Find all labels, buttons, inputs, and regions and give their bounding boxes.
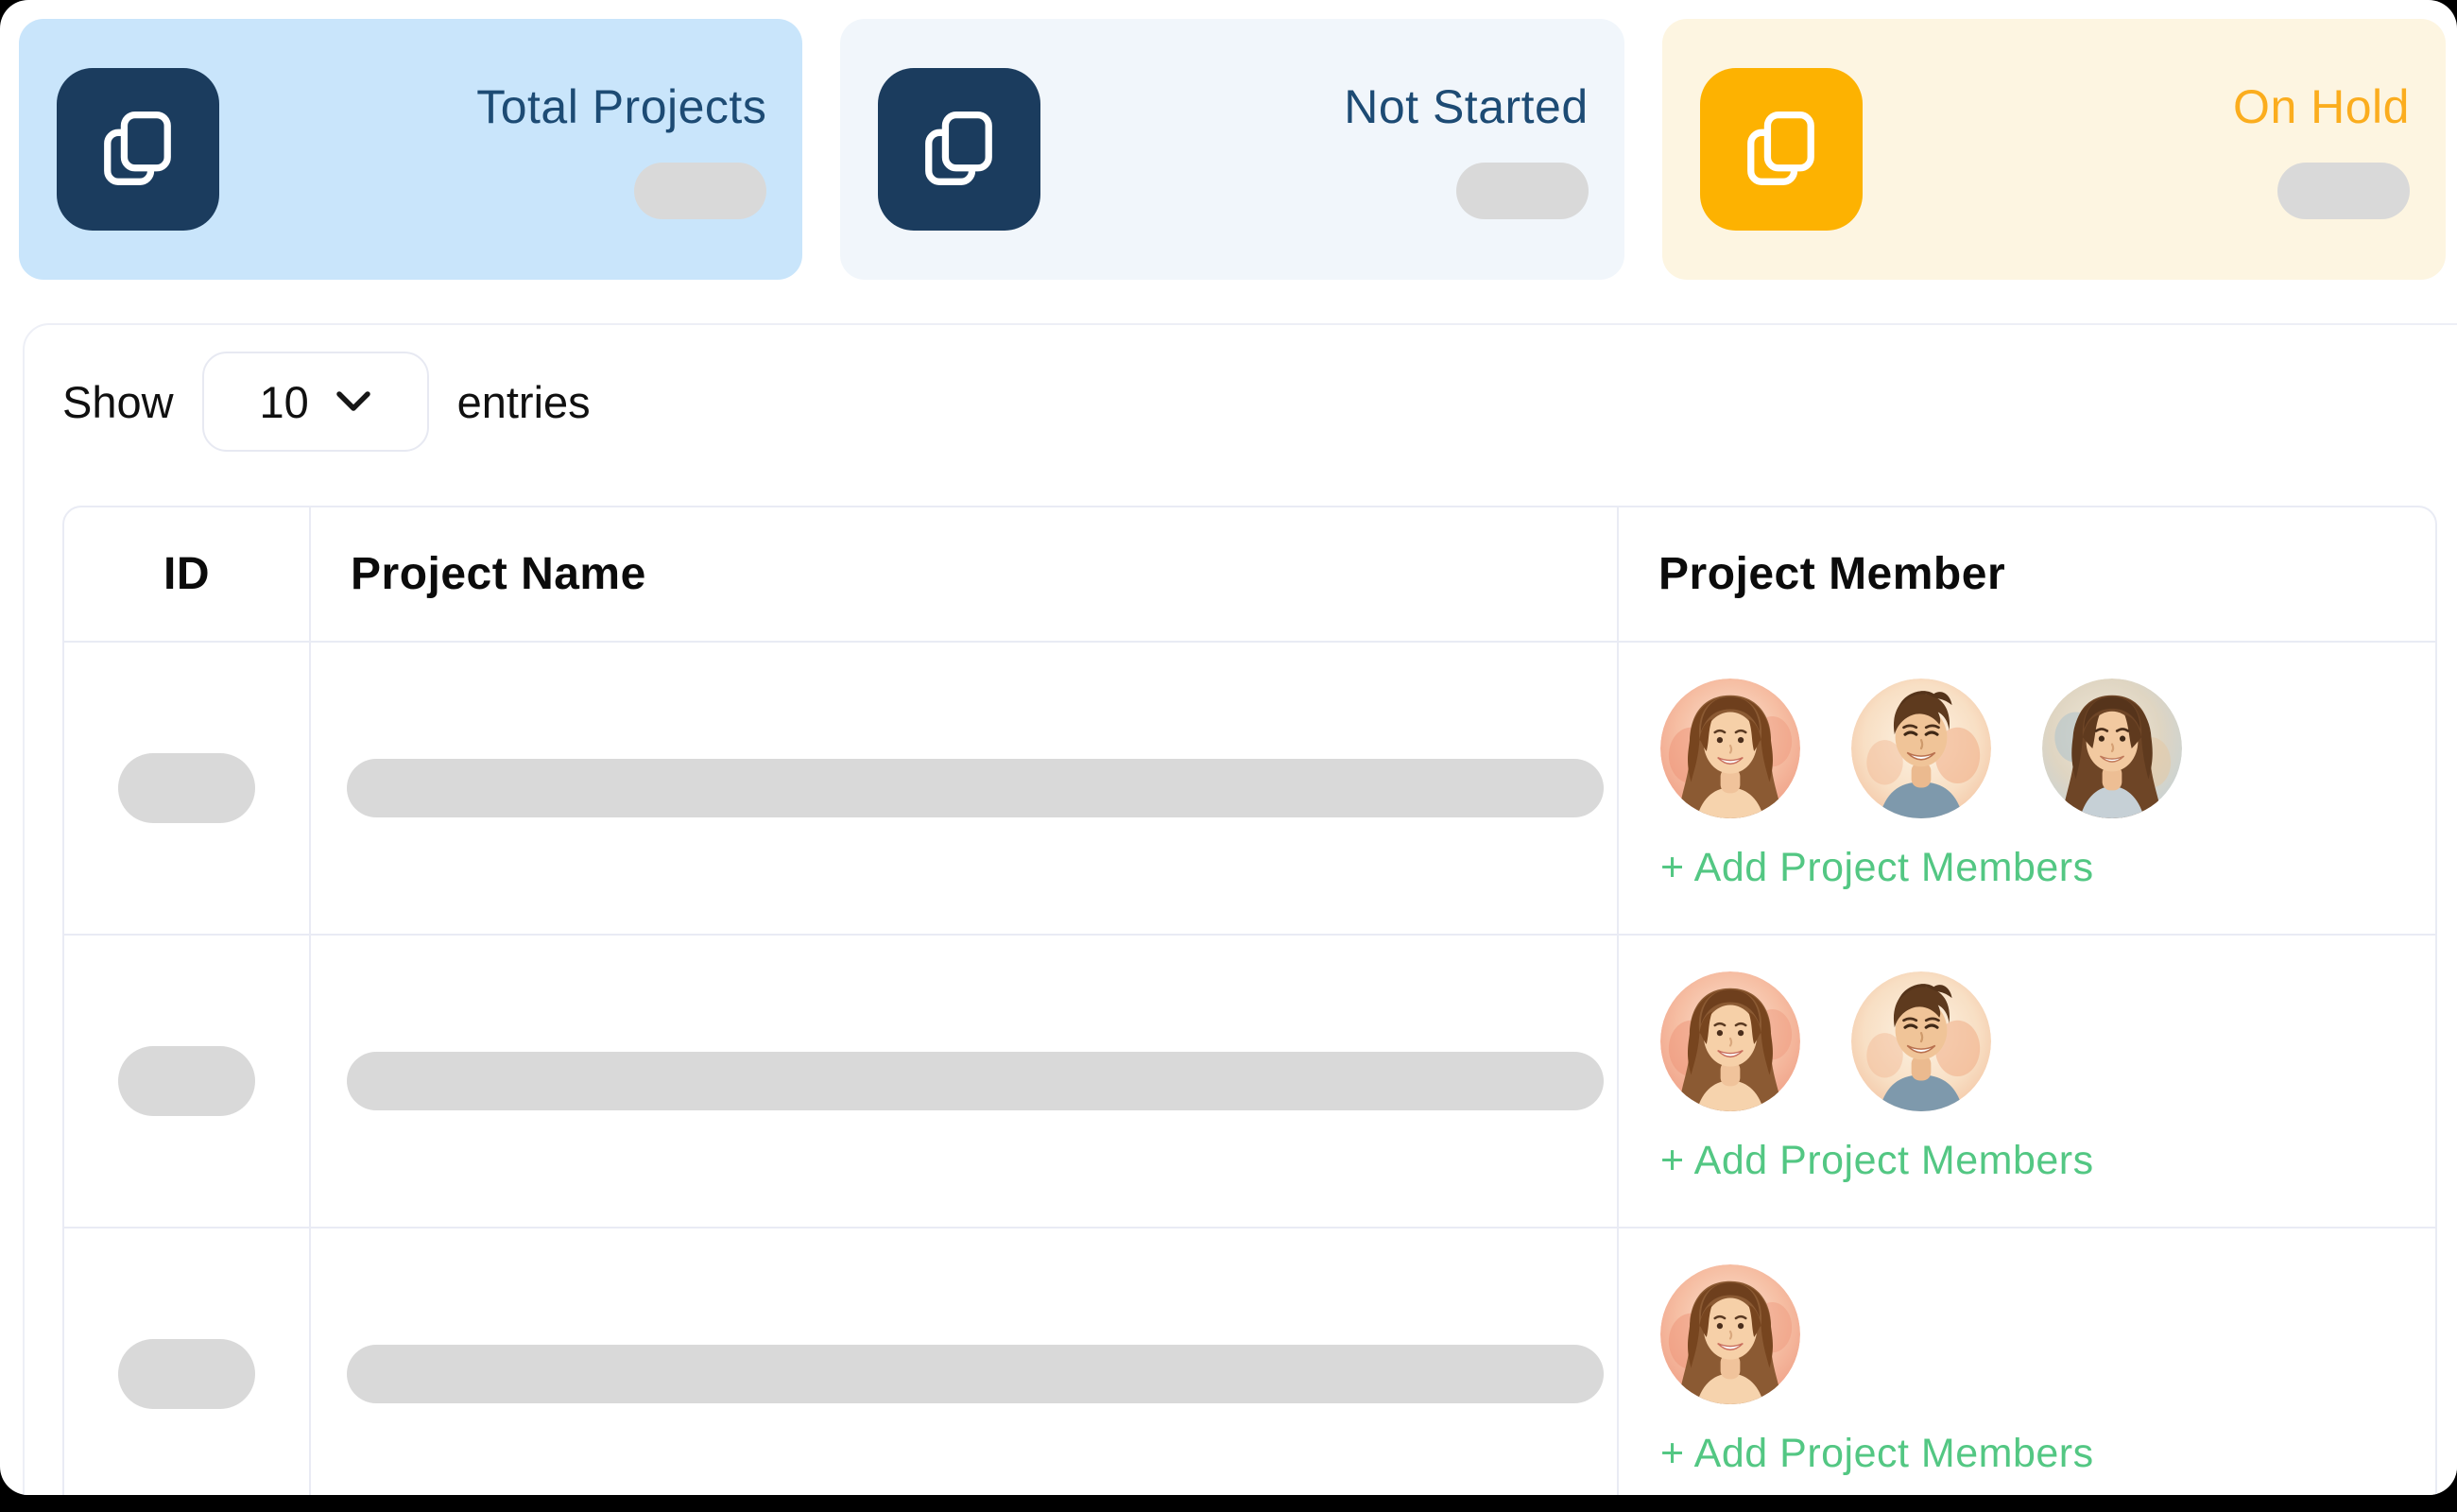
chevron-down-icon xyxy=(335,389,371,414)
copy-icon xyxy=(878,68,1040,231)
stats-card-row: Total Projects Not Started On Hold xyxy=(19,19,2446,280)
stat-value-loading-placeholder xyxy=(634,163,766,219)
stat-card-label: Not Started xyxy=(1344,79,1588,134)
member-avatars xyxy=(1660,1264,1800,1404)
copy-icon xyxy=(57,68,219,231)
table-row-3-id-cell xyxy=(64,1228,311,1495)
project-name-loading-placeholder xyxy=(347,1345,1604,1403)
entries-label: entries xyxy=(457,376,591,428)
woman-coral-avatar xyxy=(1660,679,1800,818)
woman-blue-avatar xyxy=(2042,679,2182,818)
copy-icon xyxy=(1700,68,1863,231)
table-row-3-name-cell xyxy=(311,1228,1619,1495)
add-project-members-link[interactable]: + Add Project Members xyxy=(1660,845,2094,891)
table-row-3-member-cell: + Add Project Members xyxy=(1619,1228,2435,1495)
man-peach-avatar xyxy=(1851,679,1991,818)
projects-table-panel: Show 10 entries ID Project Name Project … xyxy=(23,323,2457,1495)
woman-coral-avatar xyxy=(1660,1264,1800,1404)
show-label: Show xyxy=(62,376,174,428)
table-row-1-member-cell: + Add Project Members xyxy=(1619,643,2435,936)
id-loading-placeholder xyxy=(118,1046,255,1116)
table-row-1-name-cell xyxy=(311,643,1619,936)
project-name-loading-placeholder xyxy=(347,759,1604,817)
woman-coral-avatar xyxy=(1660,971,1800,1111)
table-row-2-name-cell xyxy=(311,936,1619,1228)
man-peach-avatar xyxy=(1851,971,1991,1111)
table-row-2-id-cell xyxy=(64,936,311,1228)
entries-select-value: 10 xyxy=(259,376,308,428)
stat-card-not-started: Not Started xyxy=(840,19,1624,280)
entries-select[interactable]: 10 xyxy=(202,352,429,452)
table-row-1-id-cell xyxy=(64,643,311,936)
stat-value-loading-placeholder xyxy=(1456,163,1589,219)
id-loading-placeholder xyxy=(118,753,255,823)
column-header-project-member: Project Member xyxy=(1619,507,2435,643)
projects-table: ID Project Name Project Member + Add Pro… xyxy=(62,506,2437,1495)
stat-card-label: On Hold xyxy=(2233,79,2410,134)
table-row-2-member-cell: + Add Project Members xyxy=(1619,936,2435,1228)
stat-card-label: Total Projects xyxy=(476,79,766,134)
stat-value-loading-placeholder xyxy=(2277,163,2410,219)
member-avatars xyxy=(1660,679,2182,818)
add-project-members-link[interactable]: + Add Project Members xyxy=(1660,1138,2094,1184)
project-name-loading-placeholder xyxy=(347,1052,1604,1110)
add-project-members-link[interactable]: + Add Project Members xyxy=(1660,1431,2094,1477)
entries-control: Show 10 entries xyxy=(62,352,2457,452)
stat-card-total-projects: Total Projects xyxy=(19,19,802,280)
column-header-id: ID xyxy=(64,507,311,643)
stat-card-on-hold: On Hold xyxy=(1662,19,2446,280)
dashboard-page: Total Projects Not Started On Hold xyxy=(0,0,2457,1495)
member-avatars xyxy=(1660,971,1991,1111)
id-loading-placeholder xyxy=(118,1339,255,1409)
column-header-project-name: Project Name xyxy=(311,507,1619,643)
